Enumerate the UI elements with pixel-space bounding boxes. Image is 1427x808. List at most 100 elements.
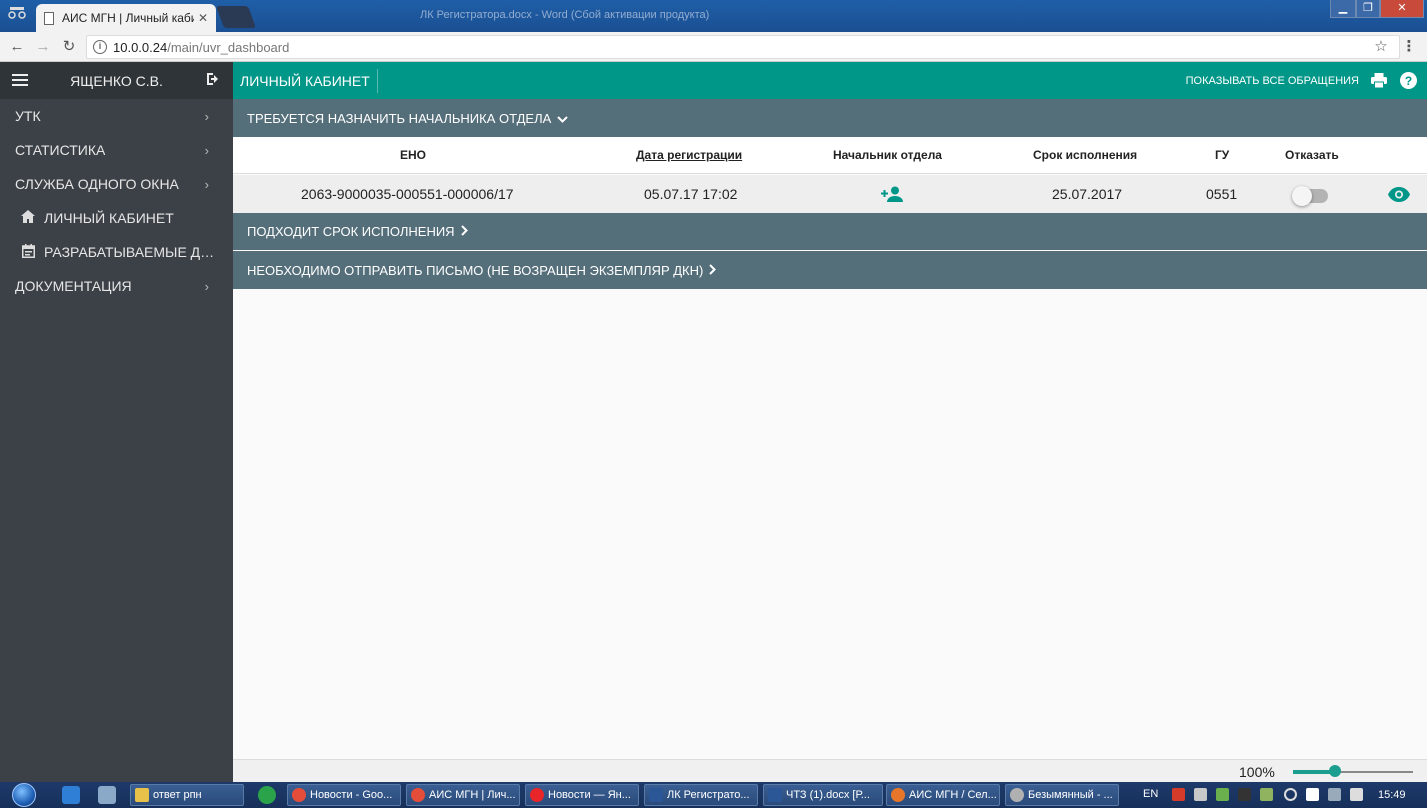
taskbar-button[interactable]: ответ рпн (130, 784, 244, 806)
calendar-icon (20, 243, 36, 261)
tab-title: АИС МГН | Личный каби (62, 11, 194, 25)
section-deadline[interactable]: ПОДХОДИТ СРОК ИСПОЛНЕНИЯ (233, 213, 1427, 250)
logout-icon[interactable] (193, 72, 233, 89)
tray-flag-icon[interactable] (1306, 788, 1319, 801)
cell-reg-date: 05.07.17 17:02 (644, 186, 738, 202)
maximize-button[interactable]: ❐ (1356, 0, 1380, 18)
refuse-toggle[interactable] (1292, 186, 1328, 206)
taskbar-button-label: Новости — Ян... (548, 789, 631, 801)
sidebar-item-utk[interactable]: УТК › (0, 99, 233, 133)
sidebar-item-label: СЛУЖБА ОДНОГО ОКНА (15, 176, 179, 192)
table-row: 2063-9000035-000551-000006/17 05.07.17 1… (233, 175, 1427, 213)
minimize-button[interactable]: ▁ (1330, 0, 1356, 18)
browser-tab-active[interactable]: АИС МГН | Личный каби ✕ (36, 4, 216, 32)
show-all-requests-link[interactable]: ПОКАЗЫВАТЬ ВСЕ ОБРАЩЕНИЯ (1186, 75, 1359, 87)
paint-icon (1010, 788, 1024, 802)
tray-security-icon[interactable] (1238, 788, 1251, 801)
tray-sync-icon[interactable] (1260, 788, 1273, 801)
header-due-date: Срок исполнения (1033, 148, 1138, 162)
forward-icon[interactable]: → (34, 38, 52, 56)
new-tab-button[interactable] (215, 6, 257, 28)
help-icon[interactable]: ? (1398, 71, 1418, 91)
chevron-right-icon: › (204, 142, 209, 158)
word-icon (649, 788, 663, 802)
sidebar-item-drafts[interactable]: РАЗРАБАТЫВАЕМЫЕ ДОКУМЕНТЫ (0, 235, 233, 269)
chevron-right-icon: › (204, 176, 209, 192)
sidebar-item-label: УТК (15, 108, 41, 124)
hamburger-menu-icon[interactable] (0, 70, 40, 91)
print-icon[interactable] (1369, 71, 1389, 91)
explorer-icon[interactable] (98, 786, 116, 804)
site-info-icon[interactable]: i (93, 40, 107, 54)
tray-opera-icon[interactable] (1284, 788, 1297, 801)
taskbar-button-label: АИС МГН | Лич... (429, 789, 516, 801)
start-button[interactable] (6, 782, 42, 808)
sidebar-item-label: ЛИЧНЫЙ КАБИНЕТ (44, 210, 174, 226)
header-refuse: Отказать (1285, 148, 1339, 162)
sidebar-item-one-window[interactable]: СЛУЖБА ОДНОГО ОКНА › (0, 167, 233, 201)
taskbar-button-label: ответ рпн (153, 789, 202, 801)
taskbar-button-label: АИС МГН / Сел... (909, 789, 997, 801)
section-send-letter[interactable]: НЕОБХОДИМО ОТПРАВИТЬ ПИСЬМО (НЕ ВОЗРАЩЕН… (233, 251, 1427, 289)
sidebar-item-statistics[interactable]: СТАТИСТИКА › (0, 133, 233, 167)
taskbar-button[interactable]: Новости - Goo... (287, 784, 401, 806)
browser-icon (891, 788, 905, 802)
browser-menu-icon[interactable] (2, 3, 32, 27)
word-icon (768, 788, 782, 802)
tray-pdf-icon[interactable] (1194, 788, 1207, 801)
close-window-button[interactable]: ✕ (1380, 0, 1424, 18)
tray-display-icon[interactable] (1328, 788, 1341, 801)
reload-icon[interactable]: ↻ (60, 38, 78, 56)
page-icon (44, 11, 54, 25)
back-icon[interactable]: ← (8, 38, 26, 56)
browser-more-icon[interactable]: ⋮ (1400, 38, 1418, 56)
taskbar-button[interactable]: ЛК Регистрато... (644, 784, 758, 806)
taskbar-button[interactable]: АИС МГН | Лич... (406, 784, 520, 806)
browser-toolbar: ← → ↻ i 10.0.0.24/main/uvr_dashboard ☆ ⋮ (0, 32, 1427, 62)
background-window-title: ЛК Регистратора.docx - Word (Сбой актива… (420, 9, 710, 21)
assign-person-icon[interactable] (881, 186, 903, 207)
zoom-level: 100% (1239, 764, 1275, 780)
windows-taskbar: ответ рпн Новости - Goo... АИС МГН | Лич… (0, 782, 1427, 808)
chevron-right-icon (709, 263, 717, 278)
tray-app-icon[interactable] (1172, 788, 1185, 801)
sidebar-item-label: ДОКУМЕНТАЦИЯ (15, 278, 132, 294)
tray-volume-icon[interactable] (1350, 788, 1363, 801)
tray-network-icon[interactable] (1216, 788, 1229, 801)
sidebar-item-personal-cabinet[interactable]: ЛИЧНЫЙ КАБИНЕТ (0, 201, 233, 235)
close-tab-icon[interactable]: ✕ (198, 11, 208, 25)
browser-tab-strip: АИС МГН | Личный каби ✕ ЛК Регистратора.… (0, 0, 1427, 32)
user-name: ЯЩЕНКО С.В. (70, 72, 163, 89)
view-eye-icon[interactable] (1388, 187, 1410, 207)
section-title: ТРЕБУЕТСЯ НАЗНАЧИТЬ НАЧАЛЬНИКА ОТДЕЛА (247, 110, 552, 126)
taskbar-button-label: Безымянный - ... (1028, 789, 1113, 801)
ie-icon[interactable] (62, 786, 80, 804)
toggle-knob (1292, 186, 1312, 206)
language-indicator[interactable]: EN (1143, 788, 1158, 800)
sidebar-item-documentation[interactable]: ДОКУМЕНТАЦИЯ › (0, 269, 233, 303)
folder-icon (135, 788, 149, 802)
zoom-status-bar: 100% (233, 759, 1427, 782)
header-dept-head: Начальник отдела (833, 148, 942, 162)
taskbar-button-label: ЧТЗ (1).docx [Р... (786, 789, 870, 801)
header-reg-date[interactable]: Дата регистрации (636, 148, 742, 162)
taskbar-button[interactable]: Безымянный - ... (1005, 784, 1119, 806)
zoom-slider-handle[interactable] (1329, 765, 1341, 777)
address-bar[interactable]: i 10.0.0.24/main/uvr_dashboard (86, 35, 1400, 59)
section-assign-head[interactable]: ТРЕБУЕТСЯ НАЗНАЧИТЬ НАЧАЛЬНИКА ОТДЕЛА (233, 99, 1427, 137)
taskbar-button[interactable]: ЧТЗ (1).docx [Р... (763, 784, 883, 806)
table-header: ЕНО Дата регистрации Начальник отдела Ср… (233, 137, 1427, 174)
cell-due-date: 25.07.2017 (1052, 186, 1123, 202)
chevron-right-icon: › (204, 278, 209, 294)
sidebar: ЯЩЕНКО С.В. УТК › СТАТИСТИКА › СЛУЖБА ОД… (0, 62, 233, 782)
chevron-right-icon (460, 224, 468, 239)
bookmark-star-icon[interactable]: ☆ (1372, 38, 1390, 56)
taskbar-button-label: ЛК Регистрато... (667, 789, 750, 801)
app-icon[interactable] (258, 786, 276, 804)
taskbar-button[interactable]: АИС МГН / Сел... (886, 784, 1000, 806)
sidebar-header: ЯЩЕНКО С.В. (0, 62, 233, 99)
cell-gu: 0551 (1206, 186, 1238, 202)
yandex-icon (530, 788, 544, 802)
taskbar-button[interactable]: Новости — Ян... (525, 784, 639, 806)
sidebar-item-label: СТАТИСТИКА (15, 142, 106, 158)
